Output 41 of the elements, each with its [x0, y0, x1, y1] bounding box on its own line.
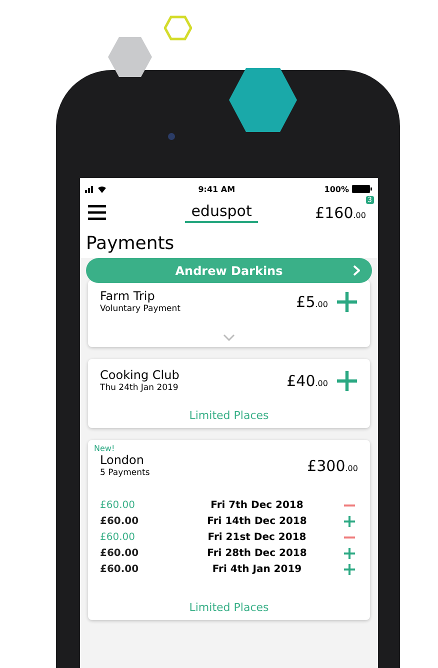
- instalment-amount: £60.00: [100, 532, 136, 543]
- payment-title: London: [100, 453, 145, 467]
- chevron-right-icon: [353, 265, 360, 276]
- instalment-amount: £60.00: [100, 516, 140, 527]
- payment-subtitle: 5 Payments: [100, 468, 150, 478]
- status-time: 9:41 AM: [198, 184, 236, 194]
- chevron-down-icon[interactable]: [223, 334, 235, 341]
- add-icon[interactable]: [336, 370, 358, 392]
- add-icon[interactable]: [344, 516, 355, 527]
- payment-amount: £300.00: [307, 456, 358, 474]
- instalment-date: Fri 14th Dec 2018: [206, 516, 308, 527]
- limited-places-label: Limited Places: [189, 409, 269, 422]
- instalment-date: Fri 21st Dec 2018: [206, 532, 308, 543]
- new-label: New!: [94, 444, 116, 453]
- menu-icon[interactable]: [88, 205, 106, 220]
- signal-wifi-icon: [85, 185, 109, 193]
- account-balance[interactable]: £160.00: [315, 204, 366, 222]
- hexagon-shape: [108, 36, 152, 78]
- instalment-amount: £60.00: [100, 564, 140, 575]
- page-title: Payments: [80, 229, 378, 258]
- hexagon-shape: [229, 67, 297, 133]
- instalment-amount: £60.00: [100, 500, 136, 511]
- instalment-date: Fri 4th Jan 2019: [211, 564, 303, 575]
- limited-places-label: Limited Places: [189, 601, 269, 614]
- instalment-date: Fri 7th Dec 2018: [210, 500, 304, 511]
- instalment-amount: £60.00: [100, 548, 140, 559]
- add-icon[interactable]: [344, 548, 355, 559]
- payment-amount: £40.00: [286, 372, 328, 390]
- payment-amount: £5.00: [296, 292, 328, 310]
- camera-icon: [168, 133, 175, 140]
- battery-icon: [352, 185, 372, 193]
- payment-title: Farm Trip: [100, 289, 156, 303]
- battery-percent: 100%: [324, 184, 349, 194]
- add-icon[interactable]: [344, 564, 355, 575]
- add-icon[interactable]: [336, 290, 358, 312]
- instalment-date: Fri 28th Dec 2018: [206, 548, 308, 559]
- payment-subtitle: Voluntary Payment: [100, 304, 180, 314]
- payment-title: Cooking Club: [100, 368, 180, 382]
- payment-subtitle: Thu 24th Jan 2019: [100, 383, 180, 393]
- app-logo: eduspot: [185, 202, 258, 223]
- hexagon-outline-icon: [164, 15, 192, 41]
